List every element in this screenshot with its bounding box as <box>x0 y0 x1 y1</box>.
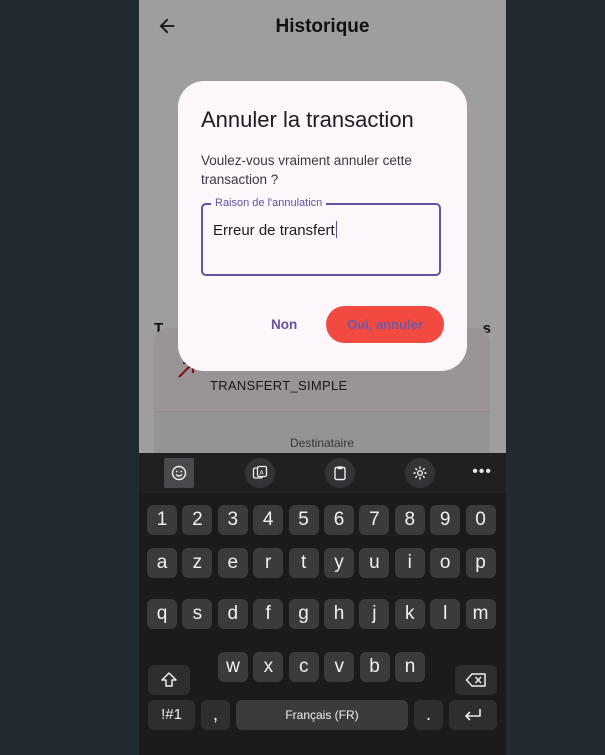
number-key[interactable]: 5 <box>288 505 319 535</box>
letter-key[interactable]: t <box>288 548 319 578</box>
letter-key[interactable]: j <box>359 599 390 629</box>
emoji-icon <box>171 465 187 481</box>
emoji-button[interactable] <box>164 458 194 488</box>
letter-key[interactable]: u <box>359 548 390 578</box>
letter-key[interactable]: g <box>288 599 319 629</box>
number-key[interactable]: 2 <box>182 505 213 535</box>
letter-key[interactable]: z <box>182 548 213 578</box>
letter-key[interactable]: i <box>394 548 425 578</box>
clipboard-translate-icon: A <box>252 465 268 479</box>
confirm-cancel-button[interactable]: Oui, annuler <box>326 306 444 343</box>
letter-key[interactable]: a <box>147 548 177 578</box>
number-key[interactable]: 6 <box>324 505 354 535</box>
comma-key[interactable]: , <box>201 700 230 730</box>
letter-key[interactable]: p <box>465 548 496 578</box>
letter-key[interactable]: o <box>430 548 461 578</box>
shift-key[interactable] <box>148 665 190 695</box>
letter-key[interactable]: c <box>288 652 319 682</box>
letter-key[interactable]: f <box>253 599 284 629</box>
settings-icon <box>413 466 427 480</box>
dialog-title: Annuler la transaction <box>201 107 414 132</box>
number-key[interactable]: 9 <box>430 505 461 535</box>
letter-key[interactable]: b <box>359 652 390 682</box>
letter-key[interactable]: k <box>394 599 425 629</box>
backspace-key[interactable] <box>455 665 497 695</box>
settings-button[interactable] <box>405 458 435 488</box>
number-key[interactable]: 3 <box>217 505 248 535</box>
letter-key[interactable]: h <box>324 599 354 629</box>
letter-key[interactable]: x <box>253 652 284 682</box>
enter-icon <box>465 709 481 721</box>
letter-key[interactable]: r <box>253 548 284 578</box>
backspace-icon <box>465 673 486 687</box>
enter-key[interactable] <box>449 700 497 730</box>
number-key[interactable]: 0 <box>465 505 496 535</box>
keyboard-toolbar: A ••• <box>139 453 506 493</box>
letter-key[interactable]: n <box>395 652 425 682</box>
number-key[interactable]: 4 <box>253 505 284 535</box>
period-key[interactable]: . <box>414 700 443 730</box>
letter-key[interactable]: l <box>430 599 461 629</box>
cancel-transaction-dialog: Annuler la transaction Voulez-vous vraim… <box>178 81 467 371</box>
letter-key[interactable]: q <box>147 599 177 629</box>
number-key[interactable]: 1 <box>147 505 177 535</box>
letter-key[interactable]: w <box>218 652 248 682</box>
number-key[interactable]: 8 <box>394 505 425 535</box>
no-button[interactable]: Non <box>271 317 297 332</box>
letter-key[interactable]: m <box>465 599 496 629</box>
clipboard-icon <box>334 466 346 481</box>
number-key[interactable]: 7 <box>359 505 390 535</box>
space-key[interactable]: Français (FR) <box>236 700 408 730</box>
soft-keyboard: A ••• 1234567890 azertyuiop qsdfghjklm wxcv… <box>139 453 506 755</box>
shift-icon <box>161 672 177 687</box>
letter-key[interactable]: y <box>324 548 354 578</box>
more-options-icon[interactable]: ••• <box>472 463 492 481</box>
reason-input-value-wrap: Erreur de transfert <box>213 221 338 239</box>
letter-key[interactable]: e <box>217 548 248 578</box>
translate-button[interactable]: A <box>245 458 275 488</box>
letter-key[interactable]: s <box>182 599 213 629</box>
reason-input[interactable]: Raison de l'annulaticn Erreur de transfe… <box>201 197 441 276</box>
reason-input-value: Erreur de transfert <box>213 222 335 239</box>
letter-key[interactable]: d <box>217 599 248 629</box>
dialog-message: Voulez-vous vraiment annuler cette trans… <box>201 153 412 187</box>
reason-input-label: Raison de l'annulaticn <box>211 197 327 209</box>
symbols-key[interactable]: !#1 <box>148 700 195 730</box>
clipboard-button[interactable] <box>325 458 355 488</box>
text-cursor <box>335 221 338 238</box>
phone-screen: Historique T s TRANSFERT_SIMPLE Destinat… <box>139 0 506 755</box>
letter-key[interactable]: v <box>324 652 355 682</box>
